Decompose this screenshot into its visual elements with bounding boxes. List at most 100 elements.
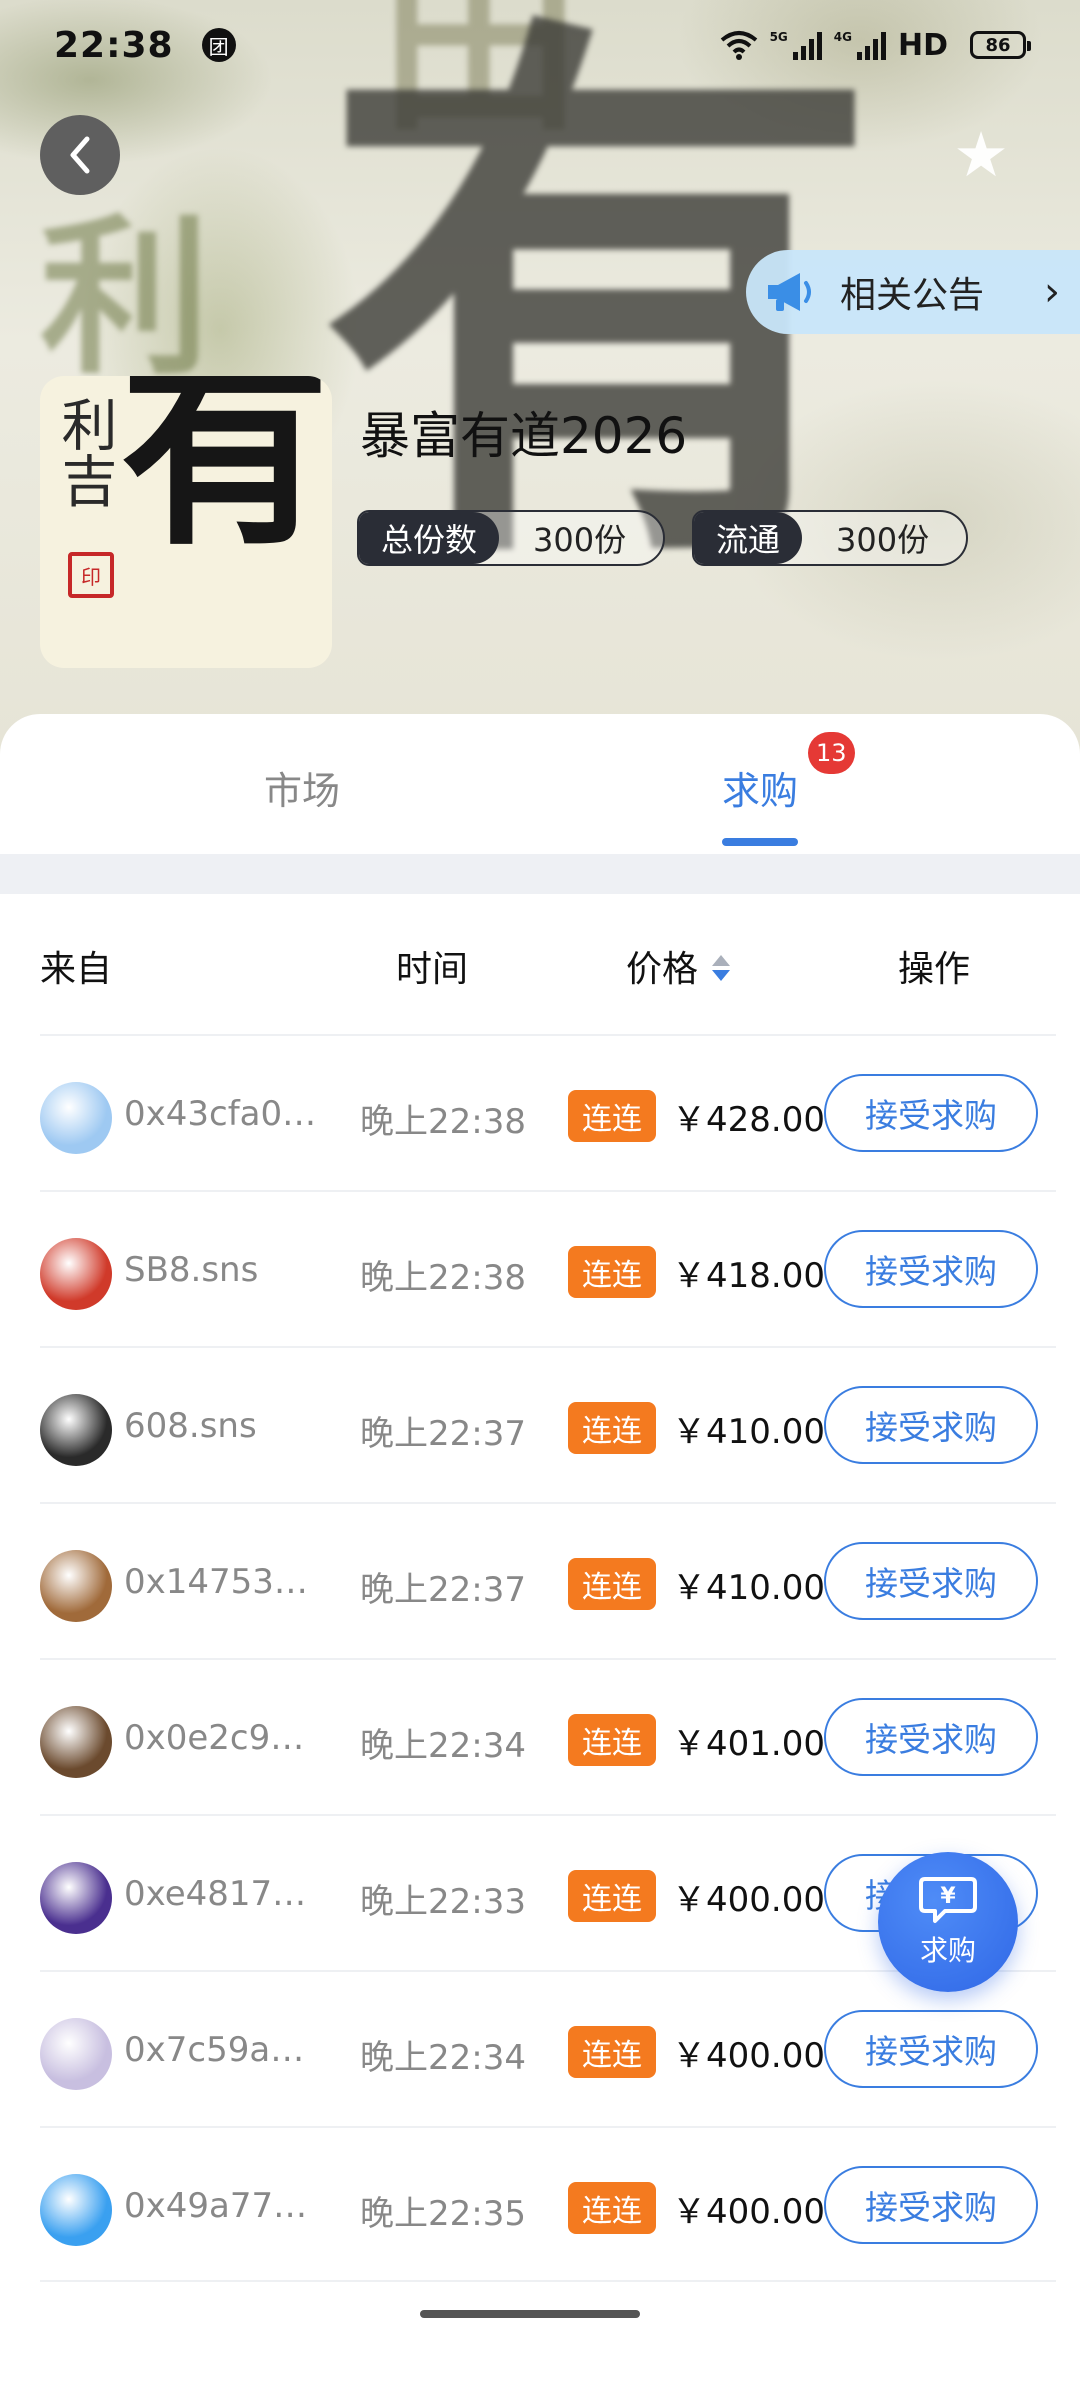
avatar[interactable] [40,1394,112,1466]
bid-list: 0x43cfa0a… 晚上22:38 连连 ￥428.00 接受求购 SB8.sns 晚上2… [40,1034,1056,2282]
column-header-time: 时间 [396,949,469,990]
table-row: SB8.sns 晚上22:38 连连 ￥418.00 接受求购 [40,1190,1056,1346]
avatar[interactable] [40,1706,112,1778]
content-panel: 市场 求购 13 来自 时间 价格 操作 0x43cfa0a… 晚上22:38 连连… [0,714,1080,2400]
payment-channel-tag: 连连 [568,1402,656,1454]
back-button[interactable] [40,115,120,195]
bid-price: ￥400.00 [672,1880,825,1920]
status-time: 22:38 [54,24,174,66]
column-header-from: 来自 [40,949,113,990]
avatar[interactable] [40,2174,112,2246]
bid-time: 晚上22:34 [360,1726,526,1766]
avatar[interactable] [40,1238,112,1310]
payment-channel-tag: 连连 [568,2026,656,2078]
table-row: 608.sns 晚上22:37 连连 ￥410.00 接受求购 [40,1346,1056,1502]
table-row: 0x7c59a9e… 晚上22:34 连连 ￥400.00接受求购 [40,1970,1056,2126]
payment-channel-tag: 连连 [568,1090,656,1142]
bidder-name[interactable]: 0x0e2c987… [124,1718,324,1758]
circulating-pill: 流通 300份 [692,510,968,566]
cover-calligraphy: 有 [120,376,331,574]
accept-bid-button[interactable]: 接受求购 [824,1230,1038,1308]
app-notification-icon: 团 [201,28,236,62]
bid-price: ￥400.00 [672,2036,825,2076]
bid-time: 晚上22:35 [360,2194,526,2234]
total-shares-value: 300份 [533,521,627,559]
bidder-name[interactable]: 0x43cfa0a… [124,1094,324,1134]
column-header-price[interactable]: 价格 [626,940,731,992]
yen-chat-bubble-icon: ¥ [919,1877,977,1923]
svg-text:¥: ¥ [940,1884,956,1909]
favorite-button[interactable]: ★ [946,120,1016,190]
megaphone-icon [760,262,820,322]
payment-channel-tag: 连连 [568,1558,656,1610]
bids-count-badge: 13 [808,732,855,774]
table-row: 0x0e2c987… 晚上22:34 连连 ￥401.00接受求购 [40,1658,1056,1814]
sort-icon[interactable] [712,955,731,981]
chevron-left-icon [70,136,90,174]
table-row: 0x49a77d8… 晚上22:35 连连 ￥400.00接受求购 [40,2126,1056,2282]
bid-time: 晚上22:38 [360,1258,526,1298]
payment-channel-tag: 连连 [568,2182,656,2234]
bidder-name[interactable]: 608.sns [124,1406,324,1446]
place-bid-label: 求购 [919,1934,976,1967]
accept-bid-button[interactable]: 接受求购 [824,2166,1038,2244]
announcements-button[interactable]: 相关公告 › [746,250,1080,334]
bid-price: ￥418.00 [672,1256,825,1296]
place-bid-button[interactable]: ¥ 求购 [878,1852,1018,1992]
bidder-name[interactable]: 0x14753b0… [124,1562,324,1602]
active-tab-indicator [722,838,798,846]
cover-seal-stamp: 印 [68,552,114,598]
section-divider [0,854,1080,894]
accept-bid-button[interactable]: 接受求购 [824,1542,1038,1620]
accept-bid-button[interactable]: 接受求购 [824,1074,1038,1152]
bidder-name[interactable]: 0xe481796… [124,1874,324,1914]
table-row: 0x14753b0… 晚上22:37 连连 ￥410.00接受求购 [40,1502,1056,1658]
column-header-price-label: 价格 [626,949,699,990]
tab-market[interactable]: 市场 [264,760,340,815]
bid-time: 晚上22:33 [360,1882,526,1922]
battery-icon: 86 [970,31,1031,59]
bid-price: ￥428.00 [672,1100,825,1140]
status-indicators: 5G 4G HD 86 [720,27,1031,63]
total-shares-label: 总份数 [359,512,500,564]
payment-channel-tag: 连连 [568,1870,656,1922]
bid-time: 晚上22:38 [360,1102,526,1142]
hero-background-art: 利 [40,198,211,398]
accept-bid-button[interactable]: 接受求购 [824,1386,1038,1464]
bid-price: ￥400.00 [672,2192,825,2232]
payment-channel-tag: 连连 [568,1246,656,1298]
asset-cover-image: 利吉 有 印 [40,376,332,668]
bid-time: 晚上22:37 [360,1414,526,1454]
payment-channel-tag: 连连 [568,1714,656,1766]
cover-side-calligraphy: 利吉 [52,396,117,508]
chevron-right-icon: › [1044,269,1060,315]
bid-price: ￥401.00 [672,1724,825,1764]
tab-bar: 市场 求购 13 [0,714,1080,854]
bidder-name[interactable]: 0x49a77d8… [124,2186,324,2226]
bid-time: 晚上22:34 [360,2038,526,2078]
accept-bid-button[interactable]: 接受求购 [824,1698,1038,1776]
column-header-action: 操作 [898,949,971,990]
avatar[interactable] [40,1550,112,1622]
bidder-name[interactable]: 0x7c59a9e… [124,2030,324,2070]
tab-bids[interactable]: 求购 [722,760,798,815]
home-indicator[interactable] [420,2310,640,2318]
circulating-label: 流通 [694,512,803,564]
bid-price: ￥410.00 [672,1412,825,1452]
announcements-label: 相关公告 [840,275,985,316]
hd-voice-icon: HD [897,27,948,63]
avatar[interactable] [40,1862,112,1934]
star-icon: ★ [953,118,1009,191]
accept-bid-button[interactable]: 接受求购 [824,2010,1038,2088]
cellular-signal-icon: 5G [770,30,822,60]
bid-price: ￥410.00 [672,1568,825,1608]
avatar[interactable] [40,2018,112,2090]
bid-time: 晚上22:37 [360,1570,526,1610]
asset-title: 暴富有道2026 [360,407,688,465]
bidder-name[interactable]: SB8.sns [124,1250,324,1290]
table-row: 0x43cfa0a… 晚上22:38 连连 ￥428.00 接受求购 [40,1034,1056,1190]
total-shares-pill: 总份数 300份 [357,510,665,566]
avatar[interactable] [40,1082,112,1154]
status-bar: 22:38 团 5G 4G HD 86 [0,0,1080,90]
table-header: 来自 时间 价格 操作 [0,894,1080,1034]
